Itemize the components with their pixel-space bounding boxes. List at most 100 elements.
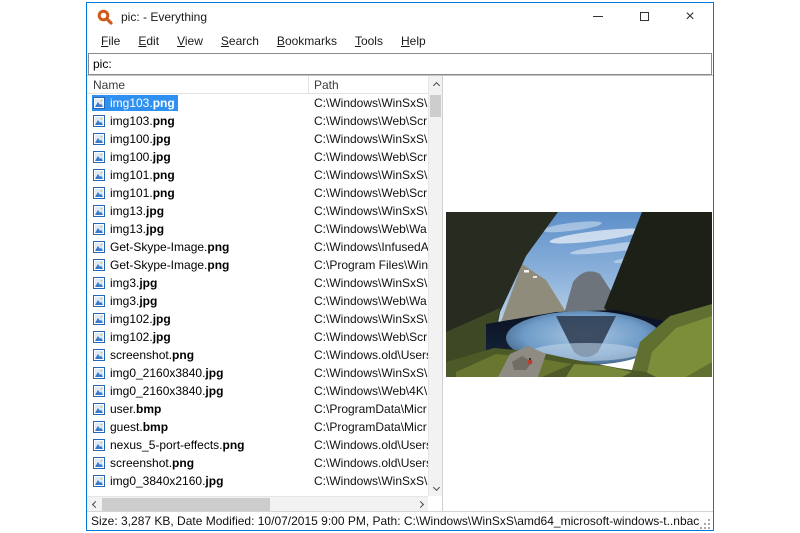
path-cell: C:\Windows\Web\Scr (309, 186, 428, 200)
path-cell: C:\Windows\Web\Scr (309, 114, 428, 128)
image-file-icon (93, 151, 105, 163)
table-row[interactable]: img102.jpg C:\Windows\Web\Scr (87, 328, 428, 346)
image-file-icon (93, 259, 105, 271)
table-row[interactable]: img103.png C:\Windows\Web\Scr (87, 112, 428, 130)
menu-help[interactable]: Help (392, 31, 435, 51)
table-row[interactable]: nexus_5-port-effects.png C:\Windows.old\… (87, 436, 428, 454)
table-row[interactable]: screenshot.png C:\Windows.old\Users (87, 454, 428, 472)
scrollbar-corner (428, 496, 442, 512)
path-cell: C:\Windows.old\Users (309, 456, 428, 470)
table-row[interactable]: img100.jpg C:\Windows\Web\Scr (87, 148, 428, 166)
path-cell: C:\Windows\WinSxS\a (309, 132, 428, 146)
path-cell: C:\Windows\WinSxS\a (309, 366, 428, 380)
image-file-icon (93, 421, 105, 433)
menu-search[interactable]: Search (212, 31, 268, 51)
maximize-icon (640, 12, 649, 21)
scroll-right-button[interactable] (414, 497, 428, 512)
maximize-button[interactable] (621, 3, 667, 30)
image-file-icon (93, 97, 105, 109)
status-bar: Size: 3,287 KB, Date Modified: 10/07/201… (87, 511, 713, 530)
window-title: pic: - Everything (121, 10, 207, 24)
path-cell: C:\ProgramData\Micr (309, 402, 428, 416)
column-header-name[interactable]: Name (87, 76, 309, 93)
image-file-icon (93, 331, 105, 343)
image-file-icon (93, 475, 105, 487)
image-file-icon (93, 385, 105, 397)
path-cell: C:\Windows\InfusedA (309, 240, 428, 254)
table-row[interactable]: img101.png C:\Windows\Web\Scr (87, 184, 428, 202)
resize-grip-icon[interactable] (700, 519, 710, 529)
table-row[interactable]: screenshot.png C:\Windows.old\Users (87, 346, 428, 364)
path-cell: C:\ProgramData\Micr (309, 420, 428, 434)
table-row[interactable]: img3.jpg C:\Windows\WinSxS\a (87, 274, 428, 292)
minimize-icon (593, 16, 603, 17)
list-header: Name Path (87, 76, 428, 94)
table-row[interactable]: img0_2160x3840.jpg C:\Windows\WinSxS\a (87, 364, 428, 382)
table-row[interactable]: user.bmp C:\ProgramData\Micr (87, 400, 428, 418)
scroll-left-button[interactable] (87, 497, 101, 512)
app-magnifier-icon (97, 9, 113, 25)
results-list: Name Path (87, 76, 442, 512)
path-cell: C:\Windows\WinSxS\a (309, 276, 428, 290)
menu-view[interactable]: View (168, 31, 212, 51)
table-row[interactable]: img13.jpg C:\Windows\Web\Wa (87, 220, 428, 238)
horizontal-scroll-thumb[interactable] (102, 498, 270, 511)
chevron-right-icon (416, 501, 423, 508)
chevron-down-icon (432, 483, 439, 490)
image-file-icon (93, 295, 105, 307)
table-row[interactable]: Get-Skype-Image.png C:\Program Files\Win (87, 256, 428, 274)
image-file-icon (93, 241, 105, 253)
vertical-scroll-thumb[interactable] (430, 95, 441, 117)
close-icon: × (685, 9, 694, 25)
path-cell: C:\Program Files\Win (309, 258, 428, 272)
table-row[interactable]: Get-Skype-Image.png C:\Windows\InfusedA (87, 238, 428, 256)
rows-container: img103.png C:\Windows\WinSxS\a (87, 94, 428, 496)
path-cell: C:\Windows\Web\Wa (309, 222, 428, 236)
path-cell: C:\Windows\Web\Scr (309, 150, 428, 164)
menu-tools[interactable]: Tools (346, 31, 392, 51)
image-file-icon (93, 457, 105, 469)
minimize-button[interactable] (575, 3, 621, 30)
table-row[interactable]: img0_2160x3840.jpg C:\Windows\Web\4K\ (87, 382, 428, 400)
search-input[interactable] (88, 53, 712, 75)
table-row[interactable]: img100.jpg C:\Windows\WinSxS\a (87, 130, 428, 148)
table-row[interactable]: guest.bmp C:\ProgramData\Micr (87, 418, 428, 436)
menu-bookmarks[interactable]: Bookmarks (268, 31, 346, 51)
table-row[interactable]: img3.jpg C:\Windows\Web\Wa (87, 292, 428, 310)
image-file-icon (93, 115, 105, 127)
path-cell: C:\Windows\WinSxS\a (309, 204, 428, 218)
path-cell: C:\Windows\WinSxS\a (309, 312, 428, 326)
close-button[interactable]: × (667, 3, 713, 30)
path-cell: C:\Windows\WinSxS\a (309, 96, 428, 110)
path-cell: C:\Windows.old\Users (309, 438, 428, 452)
horizontal-scrollbar[interactable] (87, 496, 428, 512)
image-file-icon (93, 205, 105, 217)
vertical-scrollbar[interactable] (428, 76, 442, 496)
path-cell: C:\Windows\WinSxS\a (309, 168, 428, 182)
table-row[interactable]: img101.png C:\Windows\WinSxS\a (87, 166, 428, 184)
path-cell: C:\Windows.old\Users (309, 348, 428, 362)
path-cell: C:\Windows\Web\Wa (309, 294, 428, 308)
image-file-icon (93, 277, 105, 289)
chevron-up-icon (432, 82, 439, 89)
image-file-icon (93, 133, 105, 145)
preview-image (446, 212, 712, 377)
image-file-icon (93, 403, 105, 415)
menu-edit[interactable]: Edit (129, 31, 168, 51)
table-row[interactable]: img0_3840x2160.jpg C:\Windows\WinSxS\a (87, 472, 428, 490)
table-row[interactable]: img103.png C:\Windows\WinSxS\a (87, 94, 428, 112)
table-row[interactable]: img13.jpg C:\Windows\WinSxS\a (87, 202, 428, 220)
column-header-path[interactable]: Path (309, 76, 428, 93)
title-bar[interactable]: pic: - Everything × (87, 3, 713, 30)
scroll-up-button[interactable] (429, 76, 443, 92)
content-area: Name Path (87, 75, 713, 511)
menu-file[interactable]: File (92, 31, 129, 51)
image-file-icon (93, 367, 105, 379)
everything-window: pic: - Everything × File Edit View Searc… (86, 2, 714, 531)
path-cell: C:\Windows\WinSxS\a (309, 474, 428, 488)
table-row[interactable]: img102.jpg C:\Windows\WinSxS\a (87, 310, 428, 328)
menu-bar: File Edit View Search Bookmarks Tools He… (87, 30, 713, 52)
image-file-icon (93, 187, 105, 199)
scroll-down-button[interactable] (429, 480, 443, 496)
path-cell: C:\Windows\Web\Scr (309, 330, 428, 344)
